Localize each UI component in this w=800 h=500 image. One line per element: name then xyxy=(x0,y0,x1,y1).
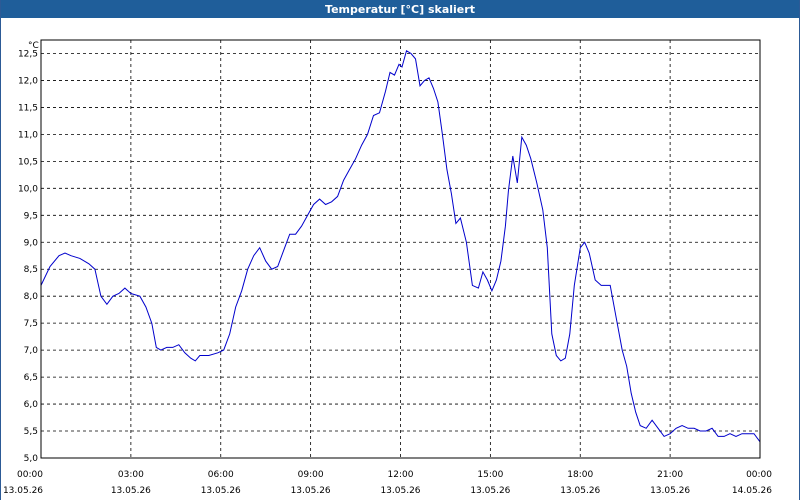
y-tick-label: 7,5 xyxy=(24,319,38,329)
y-tick-label: 6,0 xyxy=(24,400,39,410)
x-axis-ticks: 00:00 13.05.26 03:00 13.05.26 06:00 13.05.26 0… xyxy=(3,470,772,496)
y-tick-label: 8,5 xyxy=(24,265,38,275)
x-tick-date-label: 14.05.26 xyxy=(732,486,772,496)
y-tick-label: 12,0 xyxy=(18,76,38,86)
x-tick-date-label: 13.05.26 xyxy=(650,486,690,496)
grid-lines xyxy=(41,40,760,459)
x-tick-time-label: 12:00 xyxy=(388,470,414,480)
y-tick-label: 11,5 xyxy=(18,103,38,113)
x-tick-date-label: 13.05.26 xyxy=(111,486,151,496)
x-tick-time-label: 06:00 xyxy=(208,470,234,480)
x-tick-time-label: 09:00 xyxy=(298,470,324,480)
y-tick-label: 5,0 xyxy=(24,454,39,464)
x-tick-date-label: 13.05.26 xyxy=(380,486,420,496)
x-tick-date-label: 13.05.26 xyxy=(3,486,43,496)
x-tick-time-label: 00:00 xyxy=(17,470,43,480)
x-tick-date-label: 13.05.26 xyxy=(201,486,241,496)
y-tick-label: 6,5 xyxy=(24,373,38,383)
x-tick-time-label: 03:00 xyxy=(118,470,144,480)
x-tick-date-label: 13.05.26 xyxy=(560,486,600,496)
x-tick-date-label: 13.05.26 xyxy=(470,486,510,496)
x-tick-time-label: 21:00 xyxy=(657,470,683,480)
temperature-chart: 12,512,011,511,010,510,09,59,08,58,07,57… xyxy=(3,39,772,496)
y-tick-label: 8,0 xyxy=(24,292,39,302)
y-tick-label: 9,0 xyxy=(24,238,39,248)
x-tick-time-label: 18:00 xyxy=(567,470,593,480)
y-tick-label: 7,0 xyxy=(24,346,39,356)
chart-window: Temperatur [°C] skaliert 12,5 12,0 11,5 11,… xyxy=(0,0,800,500)
y-axis-ticks: 12,512,011,511,010,510,09,59,08,58,07,57… xyxy=(18,49,38,464)
y-tick-label: 11,0 xyxy=(18,130,38,140)
x-tick-time-label: 00:00 xyxy=(746,470,772,480)
y-axis-unit-label: °C xyxy=(28,41,39,51)
y-tick-label: 10,5 xyxy=(18,157,38,167)
y-tick-label: 5,5 xyxy=(24,427,38,437)
x-tick-time-label: 15:00 xyxy=(477,470,503,480)
x-tick-date-label: 13.05.26 xyxy=(291,486,331,496)
y-tick-label: 9,5 xyxy=(24,211,38,221)
y-tick-label: 10,0 xyxy=(18,184,38,194)
